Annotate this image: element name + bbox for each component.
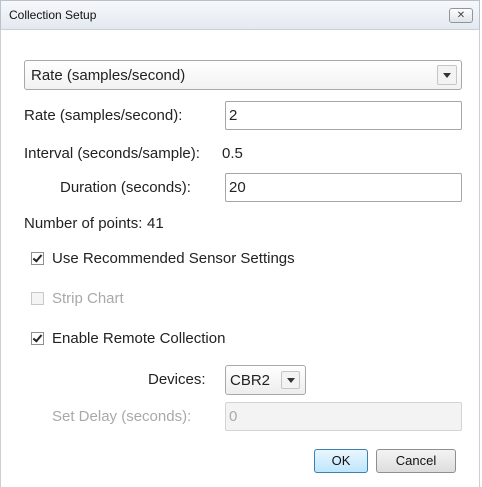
checkbox-checked-icon[interactable] [31, 252, 44, 265]
collection-mode-select[interactable]: Rate (samples/second) [24, 60, 462, 90]
window-title: Collection Setup [9, 8, 97, 22]
duration-label: Duration (seconds): [60, 179, 191, 196]
chevron-down-icon[interactable] [281, 371, 300, 389]
window-border-right [479, 30, 480, 487]
rate-input[interactable]: 2 [225, 101, 462, 130]
rate-label: Rate (samples/second): [24, 107, 183, 124]
duration-input[interactable]: 20 [225, 173, 462, 202]
close-button[interactable]: ✕ [449, 8, 473, 23]
number-of-points-value: 41 [147, 215, 164, 232]
chevron-down-icon[interactable] [437, 65, 457, 85]
enable-remote-collection-label: Enable Remote Collection [52, 330, 226, 347]
collection-mode-value: Rate (samples/second) [31, 67, 186, 84]
close-icon: ✕ [456, 10, 466, 21]
number-of-points-label: Number of points: [24, 215, 143, 232]
interval-value: 0.5 [222, 145, 243, 162]
checkbox-unchecked-icon [31, 292, 44, 305]
set-delay-label: Set Delay (seconds): [52, 408, 192, 425]
devices-select[interactable]: CBR2 [225, 365, 306, 395]
devices-label: Devices: [148, 371, 206, 388]
checkbox-checked-icon[interactable] [31, 332, 44, 345]
cancel-button[interactable]: Cancel [376, 449, 456, 473]
devices-value: CBR2 [230, 372, 271, 389]
window-border-left [0, 30, 1, 487]
title-bar: Collection Setup ✕ [0, 0, 480, 30]
strip-chart-label: Strip Chart [52, 290, 124, 307]
use-recommended-settings-label: Use Recommended Sensor Settings [52, 250, 295, 267]
interval-label: Interval (seconds/sample): [24, 145, 200, 162]
set-delay-input: 0 [225, 402, 462, 431]
ok-button[interactable]: OK [314, 449, 368, 473]
